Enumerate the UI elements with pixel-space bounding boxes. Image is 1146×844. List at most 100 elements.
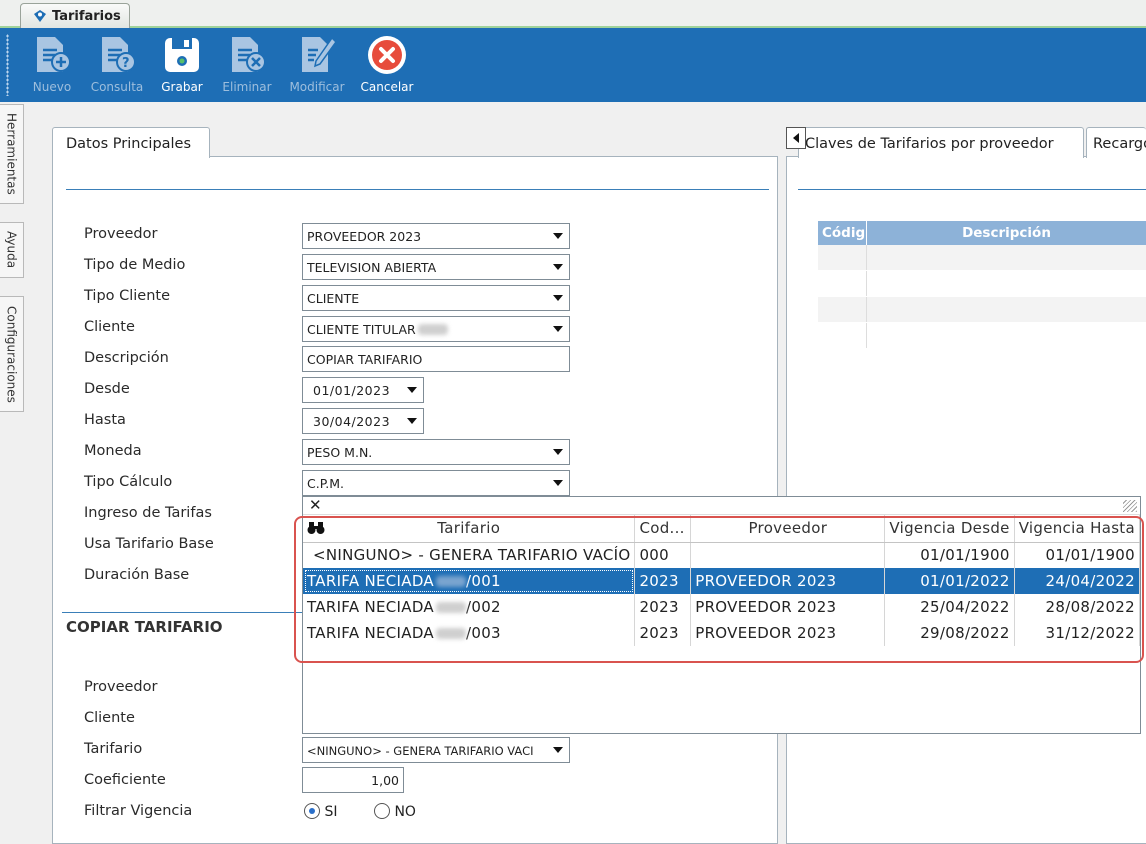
cell-cod: 2023 — [634, 568, 692, 594]
label-moneda: Moneda — [84, 443, 142, 459]
caret-left-icon — [793, 133, 799, 143]
cliente-select[interactable]: CLIENTE TITULAR — [302, 316, 570, 342]
chevron-down-icon[interactable] — [401, 409, 423, 433]
redacted-blur — [436, 602, 466, 613]
side-tab-label: Ayuda — [4, 231, 19, 269]
cell-cod: 2023 — [634, 594, 692, 620]
grid-header-row: Tarifario Cod... Proveedor Vigencia Desd… — [303, 515, 1141, 543]
cell-desde: 29/08/2022 — [884, 620, 1015, 646]
tipo-calculo-value: C.P.M. — [307, 476, 345, 491]
document-tab-strip — [0, 0, 1146, 28]
hasta-date-picker[interactable]: 30/04/2023 — [302, 408, 424, 434]
label-copiar-tarifario: Tarifario — [84, 741, 143, 757]
side-tab-herramientas[interactable]: Herramientas — [0, 104, 24, 204]
tipo-cliente-select[interactable]: CLIENTE — [302, 285, 570, 311]
cell-hasta: 24/04/2022 — [1014, 568, 1141, 594]
label-cliente: Cliente — [84, 319, 135, 335]
cell-desde: 01/01/1900 — [884, 542, 1015, 568]
table-row[interactable] — [818, 297, 1146, 323]
chevron-down-icon[interactable] — [547, 317, 569, 341]
descripcion-input[interactable]: COPIAR TARIFARIO — [302, 346, 570, 372]
resize-grip-icon[interactable] — [1123, 500, 1137, 512]
chevron-down-icon[interactable] — [547, 255, 569, 279]
binoculars-icon[interactable] — [307, 521, 325, 535]
table-row[interactable]: <NINGUNO> - GENERA TARIFARIO VACÍO 000 0… — [303, 542, 1141, 568]
radio-no[interactable]: NO — [374, 803, 416, 820]
cell-cod: 000 — [634, 542, 692, 568]
col-vigencia-hasta[interactable]: Vigencia Hasta — [1014, 515, 1141, 543]
side-tab-configuraciones[interactable]: Configuraciones — [0, 296, 24, 412]
tab-recargos[interactable]: Recargos — [1086, 127, 1146, 158]
cell-tarifario: TARIFA NECIADA/003 — [303, 620, 636, 646]
desde-date-picker[interactable]: 01/01/2023 — [302, 377, 424, 403]
table-row-selected[interactable]: TARIFA NECIADA/001 2023 PROVEEDOR 2023 0… — [303, 568, 1141, 594]
chevron-down-icon[interactable] — [547, 286, 569, 310]
copiar-section-title: COPIAR TARIFARIO — [66, 618, 223, 636]
chevron-down-icon[interactable] — [547, 440, 569, 464]
col-descripcion[interactable]: Descripción — [867, 221, 1146, 245]
tarifario-dropdown-popup: ✕ Tarifario Cod... Proveedor Vigencia De… — [302, 496, 1141, 734]
label-filtrar-vigencia: Filtrar Vigencia — [84, 803, 193, 819]
label-proveedor: Proveedor — [84, 226, 158, 242]
cliente-value: CLIENTE TITULAR — [307, 322, 416, 337]
copiar-tarifario-select[interactable]: <NINGUNO> - GENERA TARIFARIO VACI — [302, 737, 570, 763]
tab-claves-tarifarios[interactable]: Claves de Tarifarios por proveedor — [798, 127, 1084, 158]
tipo-medio-select[interactable]: TELEVISION ABIERTA — [302, 254, 570, 280]
tipo-calculo-select[interactable]: C.P.M. — [302, 470, 570, 496]
nuevo-button[interactable]: Nuevo — [22, 28, 82, 102]
cancel-icon — [368, 36, 406, 74]
tab-datos-principales[interactable]: Datos Principales — [52, 127, 210, 158]
chevron-down-icon[interactable] — [547, 224, 569, 248]
proveedor-select[interactable]: PROVEEDOR 2023 — [302, 223, 570, 249]
cell-tarifario: <NINGUNO> - GENERA TARIFARIO VACÍO — [303, 542, 636, 568]
eliminar-button[interactable]: Eliminar — [212, 28, 282, 102]
chevron-down-icon[interactable] — [547, 738, 569, 762]
table-row[interactable] — [818, 323, 1146, 349]
proveedor-value: PROVEEDOR 2023 — [307, 229, 422, 244]
col-cod[interactable]: Cod... — [634, 515, 692, 543]
cell-proveedor: PROVEEDOR 2023 — [690, 594, 886, 620]
radio-no-dot[interactable] — [374, 803, 390, 819]
claves-grid-header: Códig Descripción — [818, 221, 1146, 245]
tarifario-suffix: /002 — [466, 598, 501, 616]
label-usa-tarifario-base: Usa Tarifario Base — [84, 536, 214, 552]
table-row[interactable]: TARIFA NECIADA/003 2023 PROVEEDOR 2023 2… — [303, 620, 1141, 646]
section-divider — [66, 189, 769, 190]
side-tab-ayuda[interactable]: Ayuda — [0, 222, 24, 278]
cell-proveedor — [690, 542, 886, 568]
table-row[interactable] — [818, 245, 1146, 271]
save-icon — [165, 38, 199, 72]
cell-hasta: 28/08/2022 — [1014, 594, 1141, 620]
tarifario-name: TARIFA NECIADA — [307, 598, 434, 616]
chevron-down-icon[interactable] — [401, 378, 423, 402]
cell-tarifario: TARIFA NECIADA/001 — [303, 568, 636, 594]
col-codigo[interactable]: Códig — [818, 221, 867, 245]
label-tipo-medio: Tipo de Medio — [84, 257, 186, 273]
radio-si-dot[interactable] — [304, 803, 320, 819]
cell-hasta: 31/12/2022 — [1014, 620, 1141, 646]
consulta-button[interactable]: ? Consulta — [82, 28, 152, 102]
col-vigencia-desde[interactable]: Vigencia Desde — [884, 515, 1015, 543]
modificar-button[interactable]: Modificar — [282, 28, 352, 102]
table-row[interactable]: TARIFA NECIADA/002 2023 PROVEEDOR 2023 2… — [303, 594, 1141, 620]
table-row[interactable] — [818, 271, 1146, 297]
coeficiente-input[interactable]: 1,00 — [302, 767, 404, 793]
toolbar-grip[interactable] — [6, 34, 9, 96]
label-tipo-calculo: Tipo Cálculo — [84, 474, 173, 490]
scroll-left-button[interactable] — [786, 127, 806, 149]
tarifario-suffix: /001 — [466, 572, 501, 590]
chevron-down-icon[interactable] — [547, 471, 569, 495]
radio-si[interactable]: SI — [304, 803, 337, 820]
cell-cod: 2023 — [634, 620, 692, 646]
modificar-label: Modificar — [289, 80, 345, 94]
tab-tarifarios[interactable]: Tarifarios — [20, 3, 130, 28]
col-proveedor[interactable]: Proveedor — [690, 515, 886, 543]
grabar-button[interactable]: Grabar — [152, 28, 212, 102]
side-tab-label: Configuraciones — [4, 305, 19, 403]
cancelar-button[interactable]: Cancelar — [352, 28, 422, 102]
col-tarifario[interactable]: Tarifario — [303, 515, 636, 543]
hasta-value: 30/04/2023 — [313, 414, 391, 429]
moneda-select[interactable]: PESO M.N. — [302, 439, 570, 465]
desde-value: 01/01/2023 — [313, 383, 391, 398]
close-icon[interactable]: ✕ — [309, 497, 322, 514]
